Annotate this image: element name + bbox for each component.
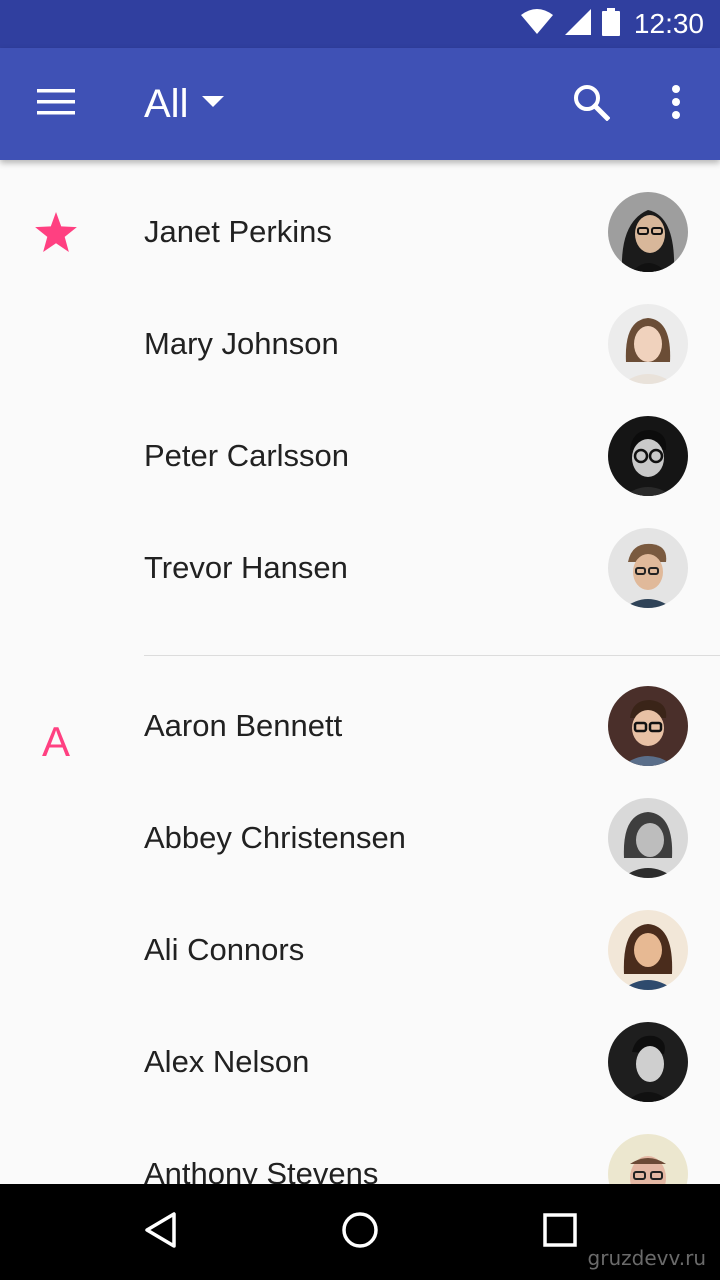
section-a: A Aaron Bennett Abbey Christensen Ali Co… bbox=[0, 670, 720, 1184]
status-icons: 12:30 bbox=[520, 0, 704, 48]
recents-button[interactable] bbox=[524, 1196, 596, 1268]
filter-dropdown[interactable]: All bbox=[144, 68, 225, 140]
contact-row[interactable]: Janet Perkins bbox=[0, 176, 720, 288]
avatar bbox=[608, 416, 688, 496]
section-divider bbox=[144, 655, 720, 656]
dropdown-arrow-icon bbox=[202, 95, 225, 113]
contact-row[interactable]: Peter Carlsson bbox=[0, 400, 720, 512]
avatar bbox=[608, 528, 688, 608]
contact-row[interactable]: Alex Nelson bbox=[0, 1006, 720, 1118]
app-title: All bbox=[144, 81, 189, 126]
avatar bbox=[608, 798, 688, 878]
contact-name: Abbey Christensen bbox=[144, 820, 406, 855]
avatar bbox=[608, 1022, 688, 1102]
contact-row[interactable]: Anthony Stevens bbox=[0, 1118, 720, 1184]
contact-name: Janet Perkins bbox=[144, 214, 332, 249]
app-bar: All bbox=[0, 48, 720, 160]
recents-icon bbox=[543, 1212, 577, 1252]
battery-icon bbox=[601, 7, 620, 41]
contact-row[interactable]: Aaron Bennett bbox=[0, 670, 720, 782]
back-icon bbox=[143, 1211, 177, 1254]
contact-name: Peter Carlsson bbox=[144, 438, 350, 473]
contact-name: Trevor Hansen bbox=[144, 550, 348, 585]
contact-name: Anthony Stevens bbox=[144, 1156, 379, 1184]
more-options-button[interactable] bbox=[640, 68, 712, 140]
contact-name: Mary Johnson bbox=[144, 326, 339, 361]
contact-row[interactable]: Mary Johnson bbox=[0, 288, 720, 400]
navigation-bar: gruzdevv.ru bbox=[0, 1184, 720, 1280]
watermark: gruzdevv.ru bbox=[587, 1246, 706, 1270]
home-button[interactable] bbox=[324, 1196, 396, 1268]
avatar bbox=[608, 192, 688, 272]
home-icon bbox=[341, 1211, 379, 1254]
contact-list[interactable]: Janet Perkins Mary Johnson Peter Carlsso… bbox=[0, 160, 720, 1184]
status-bar: 12:30 bbox=[0, 0, 720, 48]
avatar bbox=[608, 686, 688, 766]
favorites-section: Janet Perkins Mary Johnson Peter Carlsso… bbox=[0, 160, 720, 656]
back-button[interactable] bbox=[124, 1196, 196, 1268]
menu-icon bbox=[37, 88, 75, 120]
menu-button[interactable] bbox=[20, 68, 92, 140]
contact-name: Aaron Bennett bbox=[144, 708, 343, 743]
contact-name: Alex Nelson bbox=[144, 1044, 310, 1079]
contact-row[interactable]: Ali Connors bbox=[0, 894, 720, 1006]
avatar bbox=[608, 910, 688, 990]
more-vert-icon bbox=[671, 84, 681, 124]
search-button[interactable] bbox=[555, 68, 627, 140]
contact-name: Ali Connors bbox=[144, 932, 305, 967]
cell-signal-icon bbox=[564, 8, 592, 41]
wifi-icon bbox=[520, 8, 554, 41]
search-icon bbox=[572, 83, 611, 126]
contact-row[interactable]: Abbey Christensen bbox=[0, 782, 720, 894]
avatar bbox=[608, 304, 688, 384]
status-time: 12:30 bbox=[633, 8, 704, 39]
contact-row[interactable]: Trevor Hansen bbox=[0, 512, 720, 624]
avatar bbox=[608, 1134, 688, 1184]
